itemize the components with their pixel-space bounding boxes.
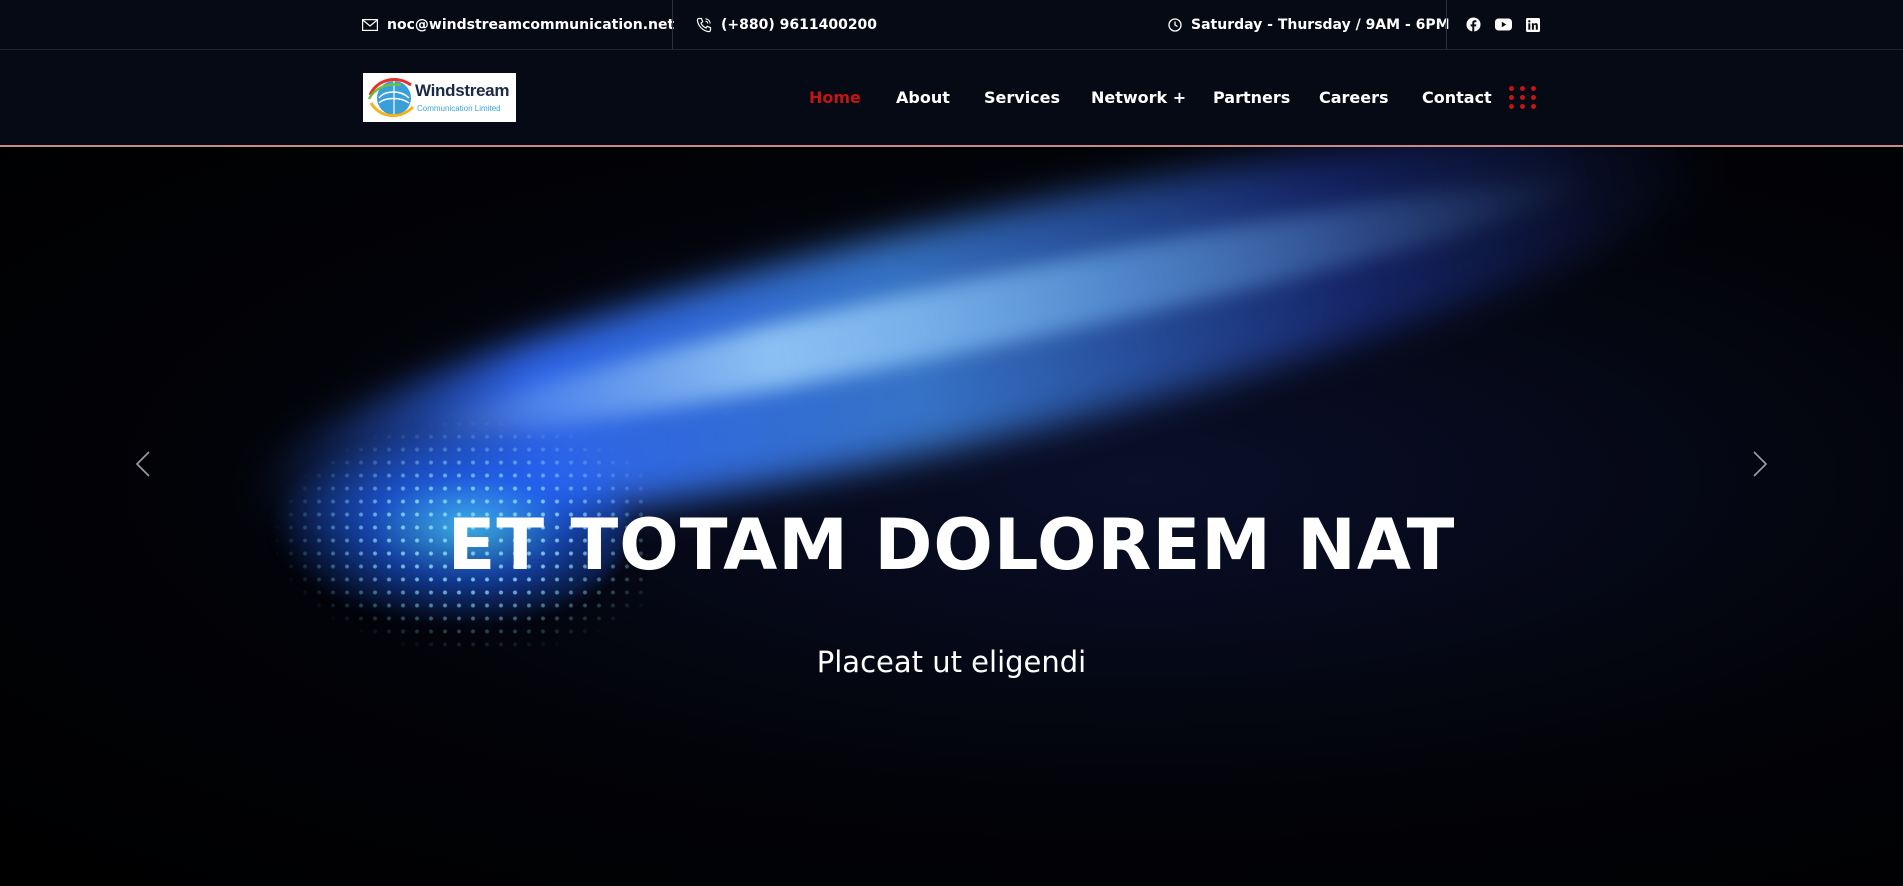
slider-prev-button[interactable] <box>128 447 158 481</box>
top-bar: noc@windstreamcommunication.net (+880) 9… <box>0 0 1903 50</box>
phone-icon <box>696 17 712 32</box>
slider-next-button[interactable] <box>1745 447 1775 481</box>
nav-item-services[interactable]: Services <box>984 50 1060 145</box>
main-nav: Windstream Communication Limited Home Ab… <box>0 50 1903 147</box>
site-logo[interactable]: Windstream Communication Limited <box>363 73 516 122</box>
grid-dots-icon[interactable] <box>1509 86 1537 110</box>
divider <box>1446 0 1447 49</box>
top-email[interactable]: noc@windstreamcommunication.net <box>362 0 674 49</box>
phone-text: (+880) 9611400200 <box>721 16 878 33</box>
top-hours: Saturday - Thursday / 9AM - 6PM <box>1168 0 1450 49</box>
clock-icon <box>1168 17 1182 32</box>
nav-item-about[interactable]: About <box>896 50 950 145</box>
logo-tagline: Communication Limited <box>417 104 501 113</box>
nav-item-network[interactable]: Network + <box>1091 50 1186 145</box>
hero-subtitle: Placeat ut eligendi <box>816 645 1087 679</box>
linkedin-icon[interactable] <box>1524 16 1542 34</box>
divider <box>672 0 673 49</box>
nav-item-contact[interactable]: Contact <box>1422 50 1492 145</box>
facebook-icon[interactable] <box>1464 16 1482 34</box>
email-text: noc@windstreamcommunication.net <box>387 16 675 33</box>
hours-text: Saturday - Thursday / 9AM - 6PM <box>1191 16 1450 33</box>
globe-icon <box>367 78 415 117</box>
chevron-left-icon <box>135 451 150 477</box>
top-phone[interactable]: (+880) 9611400200 <box>696 0 877 49</box>
nav-item-partners[interactable]: Partners <box>1213 50 1290 145</box>
hero-title: ET TOTAM DOLOREM NAT <box>447 504 1456 586</box>
hero-slider: ET TOTAM DOLOREM NAT Placeat ut eligendi <box>0 147 1903 886</box>
logo-name: Windstream <box>415 81 510 100</box>
social-links <box>1464 0 1542 49</box>
mail-icon <box>362 18 378 31</box>
chevron-right-icon <box>1753 451 1768 477</box>
nav-item-careers[interactable]: Careers <box>1319 50 1389 145</box>
youtube-icon[interactable] <box>1494 16 1512 34</box>
nav-item-home[interactable]: Home <box>809 50 861 145</box>
